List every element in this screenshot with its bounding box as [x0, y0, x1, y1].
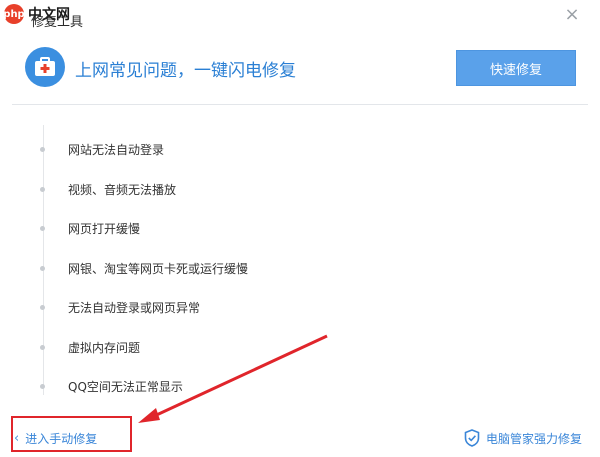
issue-item: 网页打开缓慢	[68, 222, 141, 236]
window-title: 修复工具	[31, 15, 84, 30]
medical-kit-icon	[25, 47, 65, 87]
php-logo-icon: php	[3, 4, 25, 24]
list-bullet	[40, 266, 45, 271]
manual-repair-label: 进入手动修复	[25, 432, 98, 446]
issue-item: 虚拟内存问题	[68, 341, 141, 355]
shield-icon	[464, 429, 480, 447]
timeline-line	[43, 125, 44, 395]
list-bullet	[40, 187, 45, 192]
divider	[12, 104, 588, 105]
header: 上网常见问题，一键闪电修复 快速修复	[0, 35, 600, 105]
pc-manager-repair-link[interactable]: 电脑管家强力修复	[464, 429, 582, 447]
issue-item: QQ空间无法正常显示	[68, 380, 183, 394]
issue-item: 视频、音频无法播放	[68, 183, 177, 197]
list-bullet	[40, 226, 45, 231]
quick-fix-button[interactable]: 快速修复	[456, 50, 576, 86]
arrow-head	[138, 408, 160, 423]
issue-item: 无法自动登录或网页异常	[68, 301, 201, 315]
list-bullet	[40, 345, 45, 350]
list-bullet	[40, 305, 45, 310]
close-button[interactable]: ×	[562, 5, 582, 25]
title-bar: php 中文网 修复工具 ×	[0, 0, 600, 34]
chevron-left-icon: ‹	[14, 431, 20, 446]
arrow-shaft	[149, 334, 328, 420]
manual-repair-link[interactable]: ‹ 进入手动修复	[14, 430, 97, 447]
list-bullet	[40, 384, 45, 389]
list-bullet	[40, 147, 45, 152]
issue-item: 网银、淘宝等网页卡死或运行缓慢	[68, 262, 249, 276]
issue-item: 网站无法自动登录	[68, 143, 165, 157]
header-title: 上网常见问题，一键闪电修复	[75, 61, 296, 81]
pc-manager-repair-label: 电脑管家强力修复	[485, 431, 582, 446]
